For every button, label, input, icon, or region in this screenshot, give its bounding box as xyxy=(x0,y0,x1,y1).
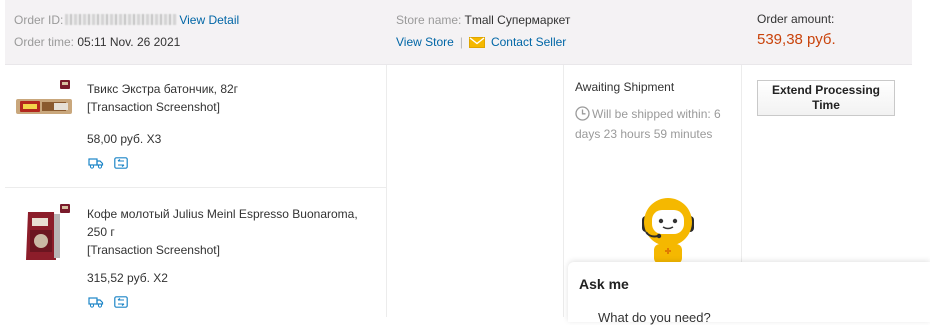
product-thumbnail-coffee[interactable] xyxy=(24,204,76,265)
store-name-value: Tmall Супермаркет xyxy=(464,13,571,27)
link-separator: | xyxy=(459,35,463,49)
transaction-screenshot-link[interactable]: [Transaction Screenshot] xyxy=(87,98,238,116)
product-title-continued[interactable]: 250 г xyxy=(87,223,358,241)
clock-icon xyxy=(575,106,590,126)
shipping-countdown-text: Will be shipped within: 6 days 23 hours … xyxy=(575,107,721,141)
view-store-link[interactable]: View Store xyxy=(396,35,454,49)
product-info-coffee: Кофе молотый Julius Meinl Espresso Buona… xyxy=(87,205,358,259)
order-id-label: Order ID: xyxy=(14,13,64,27)
transaction-screenshot-link[interactable]: [Transaction Screenshot] xyxy=(87,241,358,259)
order-time-label: Order time: xyxy=(14,35,75,49)
store-name-label: Store name: xyxy=(396,13,462,27)
refund-icon[interactable] xyxy=(114,296,128,308)
order-id-redacted xyxy=(65,14,178,25)
product-price-qty: 58,00 руб. X3 xyxy=(87,132,162,146)
truck-icon[interactable] xyxy=(88,157,104,169)
column-divider xyxy=(386,65,387,317)
order-time-value: 05:11 Nov. 26 2021 xyxy=(77,35,181,49)
product-actions xyxy=(88,157,128,169)
order-id-row: Order ID: View Detail xyxy=(14,13,239,27)
order-time-row: Order time: 05:11 Nov. 26 2021 xyxy=(14,35,180,49)
shipping-countdown: Will be shipped within: 6 days 23 hours … xyxy=(575,106,740,143)
product-title[interactable]: Кофе молотый Julius Meinl Espresso Buona… xyxy=(87,205,358,223)
contact-seller-link[interactable]: Contact Seller xyxy=(491,35,566,49)
envelope-icon xyxy=(468,37,485,51)
product-divider xyxy=(5,187,386,188)
column-divider xyxy=(741,65,742,262)
column-divider xyxy=(563,65,564,317)
refund-icon[interactable] xyxy=(114,157,128,169)
store-row: Store name: Tmall Супермаркет xyxy=(396,13,570,27)
product-thumbnail-twix[interactable] xyxy=(14,80,76,123)
product-price-qty: 315,52 руб. X2 xyxy=(87,271,168,285)
product-title[interactable]: Твикс Экстра батончик, 82г xyxy=(87,80,238,98)
product-info-twix: Твикс Экстра батончик, 82г [Transaction … xyxy=(87,80,238,116)
truck-icon[interactable] xyxy=(88,296,104,308)
order-amount-value: 539,38 руб. xyxy=(757,31,836,48)
order-header: Order ID: View Detail Order time: 05:11 N… xyxy=(5,0,912,65)
assistant-robot-icon[interactable] xyxy=(632,192,704,267)
store-links-row: View Store | Contact Seller xyxy=(396,35,566,51)
order-amount-label: Order amount: xyxy=(757,12,835,26)
view-detail-link[interactable]: View Detail xyxy=(179,13,239,27)
product-actions xyxy=(88,296,128,308)
chat-panel[interactable]: Ask me What do you need? xyxy=(568,262,930,325)
extend-processing-time-button[interactable]: Extend Processing Time xyxy=(757,80,895,116)
order-status: Awaiting Shipment xyxy=(575,80,675,94)
chat-message-preview: What do you need? xyxy=(598,310,711,325)
chat-title: Ask me xyxy=(579,276,629,292)
